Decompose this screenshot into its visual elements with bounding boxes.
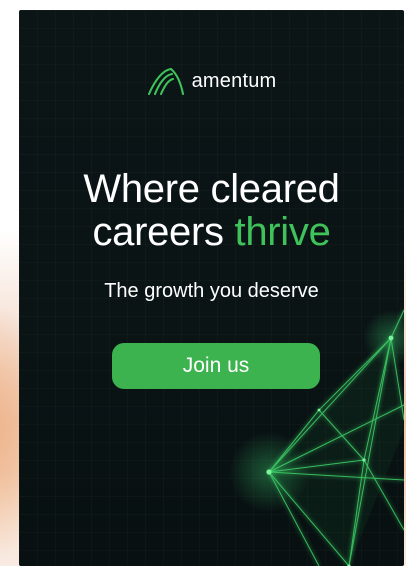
headline-accent-word: thrive: [234, 210, 331, 254]
amentum-arch-logo-icon: [147, 67, 184, 96]
headline: Where cleared careers thrive: [19, 168, 404, 254]
brand-name: amentum: [191, 69, 277, 92]
join-us-button[interactable]: Join us: [112, 343, 320, 389]
tagline: The growth you deserve: [104, 280, 319, 302]
brand-logo: amentum: [19, 66, 404, 96]
headline-line-2: careers thrive: [19, 211, 404, 254]
recruitment-ad-banner[interactable]: amentum Where cleared careers thrive The…: [19, 10, 404, 566]
headline-line-1: Where cleared: [83, 167, 340, 211]
headline-line-2-lead: careers: [92, 210, 235, 254]
